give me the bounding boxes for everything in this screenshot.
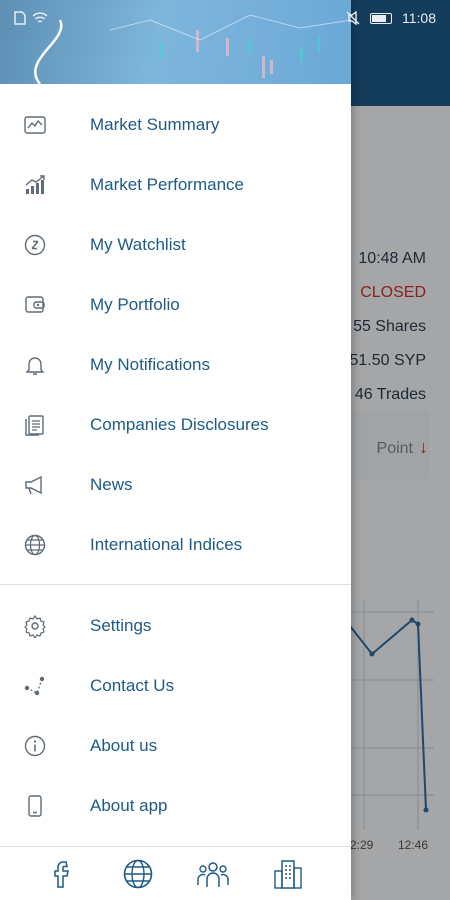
menu-label: About us <box>90 736 158 755</box>
facebook-link[interactable] <box>46 857 80 891</box>
menu-label: About app <box>90 796 168 815</box>
facebook-icon <box>54 861 70 888</box>
social-links-bar <box>0 848 351 900</box>
menu-item-market-summary[interactable]: Market Summary <box>0 95 351 155</box>
menu-label: My Watchlist <box>90 235 186 254</box>
menu-item-my-portfolio[interactable]: My Portfolio <box>0 275 351 335</box>
megaphone-icon <box>25 475 42 495</box>
wifi-icon <box>32 12 48 23</box>
bar-chart-up-icon <box>25 175 45 194</box>
secondary-menu: Settings Contact Us About us About app <box>0 596 351 836</box>
share-nodes-icon <box>24 676 45 696</box>
portfolio-wallet-icon <box>25 296 45 313</box>
menu-item-market-performance[interactable]: Market Performance <box>0 155 351 215</box>
website-link[interactable] <box>121 857 155 891</box>
team-icon <box>197 862 229 887</box>
menu-item-news[interactable]: News <box>0 455 351 515</box>
menu-label: International Indices <box>90 535 243 554</box>
menu-label: Settings <box>90 616 152 635</box>
menu-item-about-us[interactable]: About us <box>0 716 351 776</box>
menu-label: My Portfolio <box>90 295 180 314</box>
menu-label: Market Performance <box>90 175 244 194</box>
bell-icon <box>25 357 45 375</box>
menu-label: News <box>90 475 133 494</box>
website-globe-icon <box>123 859 153 889</box>
menu-item-my-notifications[interactable]: My Notifications <box>0 335 351 395</box>
company-link[interactable] <box>271 857 305 891</box>
menu-item-companies-disclosures[interactable]: Companies Disclosures <box>0 395 351 455</box>
building-icon <box>273 860 302 889</box>
menu-item-about-app[interactable]: About app <box>0 776 351 836</box>
menu-item-my-watchlist[interactable]: My Watchlist <box>0 215 351 275</box>
menu-item-international-indices[interactable]: International Indices <box>0 515 351 575</box>
menu-divider <box>0 584 351 585</box>
status-time: 11:08 <box>402 10 436 26</box>
chart-line-icon <box>24 116 46 134</box>
documents-icon <box>25 415 44 436</box>
phone-icon <box>28 795 42 817</box>
battery-icon <box>370 12 392 24</box>
sim-card-icon <box>14 11 26 25</box>
menu-label: My Notifications <box>90 355 210 374</box>
status-right: 11:08 <box>346 10 436 26</box>
info-icon <box>24 735 46 757</box>
bottom-divider <box>0 846 351 847</box>
primary-menu: Market Summary Market Performance My Wat… <box>0 95 351 575</box>
gear-icon <box>24 614 46 638</box>
menu-label: Companies Disclosures <box>90 415 269 434</box>
team-link[interactable] <box>196 857 230 891</box>
watchlist-coin-icon <box>24 234 46 256</box>
menu-item-settings[interactable]: Settings <box>0 596 351 656</box>
globe-icon <box>24 534 46 556</box>
mute-icon <box>346 11 360 25</box>
menu-item-contact-us[interactable]: Contact Us <box>0 656 351 716</box>
status-bar: 11:08 <box>0 0 450 36</box>
status-left <box>14 11 48 25</box>
menu-label: Contact Us <box>90 676 175 695</box>
menu-label: Market Summary <box>90 115 220 134</box>
navigation-drawer: Market Summary Market Performance My Wat… <box>0 0 351 900</box>
